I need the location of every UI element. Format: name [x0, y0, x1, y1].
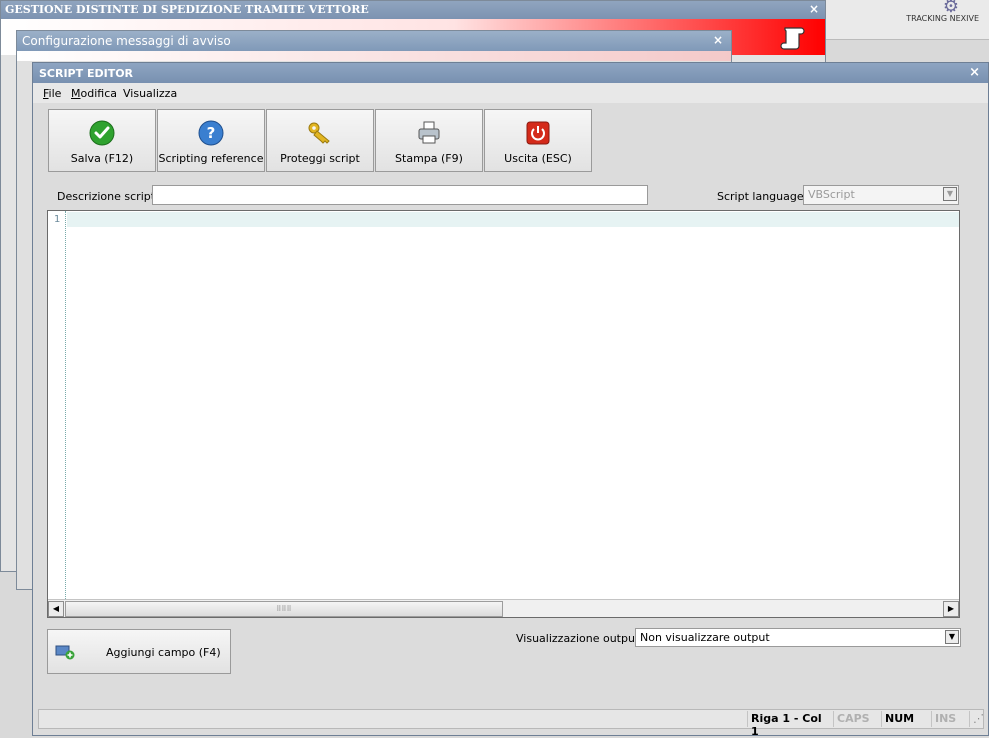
print-button-label: Stampa (F9) — [395, 152, 463, 165]
output-label: Visualizzazione output : — [516, 632, 647, 645]
protect-script-button-label: Proteggi script — [280, 152, 360, 165]
line-number-gutter: 1 — [48, 211, 66, 599]
exit-button[interactable]: Uscita (ESC) — [484, 109, 592, 172]
background-right-panel: ⚙ TRACKING NEXIVE — [826, 0, 989, 40]
background-window-config-close-icon[interactable]: × — [713, 33, 723, 47]
output-select[interactable]: Non visualizzare output ▼ — [635, 628, 961, 647]
script-editor-title: SCRIPT EDITOR — [33, 63, 988, 83]
scrollbar-thumb[interactable]: ⠿⠿⠿ — [65, 601, 503, 617]
menu-visualizza-label: Visualizza — [123, 87, 178, 100]
script-editor-close-icon[interactable]: × — [969, 65, 980, 80]
chevron-down-icon[interactable]: ▼ — [945, 630, 959, 644]
chevron-down-icon[interactable]: ▼ — [943, 187, 957, 201]
ins-indicator: INS — [931, 711, 967, 727]
power-icon — [526, 121, 550, 145]
help-icon: ? — [198, 120, 224, 146]
printer-icon — [418, 121, 440, 144]
language-select-value: VBScript — [808, 188, 855, 201]
svg-text:?: ? — [207, 124, 216, 142]
background-window-main-title: GESTIONE DISTINTE DI SPEDIZIONE TRAMITE … — [1, 1, 825, 19]
menu-visualizza[interactable]: Visualizza — [123, 87, 177, 100]
num-indicator: NUM — [881, 711, 929, 727]
script-editor-window: SCRIPT EDITOR × File Modifica Visualizza… — [32, 62, 989, 738]
add-field-icon — [55, 645, 75, 660]
menu-bar: File Modifica Visualizza — [33, 83, 988, 103]
menu-file-label: ile — [48, 87, 62, 100]
menu-modifica-mnemonic: M — [71, 87, 81, 100]
background-window-config-banner — [17, 51, 731, 61]
line-number: 1 — [54, 214, 61, 225]
cursor-position: Riga 1 - Col 1 — [747, 711, 831, 738]
code-editor[interactable]: 1 ◀ ⠿⠿⠿ ▶ — [47, 210, 960, 618]
exit-button-label: Uscita (ESC) — [504, 152, 572, 165]
background-window-config-title: Configurazione messaggi di avviso — [17, 31, 731, 51]
menu-modifica-label: odifica — [80, 87, 118, 100]
scroll-left-icon[interactable]: ◀ — [48, 601, 64, 617]
language-label: Script language : — [717, 190, 811, 203]
current-line-highlight — [67, 212, 959, 227]
resize-grip-icon[interactable]: ⋰ — [969, 711, 984, 727]
tracking-label: TRACKING NEXIVE — [906, 14, 979, 23]
add-field-button[interactable]: Aggiungi campo (F4) — [47, 629, 231, 674]
status-bar: Riga 1 - Col 1 CAPS NUM INS ⋰ — [38, 709, 984, 738]
scroll-right-icon[interactable]: ▶ — [943, 601, 959, 617]
horizontal-scrollbar[interactable]: ◀ ⠿⠿⠿ ▶ — [48, 599, 959, 617]
output-select-value: Non visualizzare output — [640, 631, 770, 644]
check-icon — [89, 120, 115, 146]
scroll-icon — [780, 27, 805, 50]
description-label: Descrizione script : — [57, 190, 163, 203]
scripting-reference-button-label: Scripting reference — [158, 152, 264, 165]
language-select[interactable]: VBScript ▼ — [803, 185, 959, 205]
scripting-reference-button[interactable]: ? Scripting reference — [157, 109, 265, 172]
menu-modifica[interactable]: Modifica — [71, 87, 117, 100]
key-icon — [308, 122, 330, 144]
add-field-button-label: Aggiungi campo (F4) — [106, 646, 221, 659]
menu-file[interactable]: File — [43, 87, 61, 100]
background-window-main-close-icon[interactable]: × — [809, 2, 819, 16]
save-button[interactable]: Salva (F12) — [48, 109, 156, 172]
description-input[interactable] — [152, 185, 648, 205]
print-button[interactable]: Stampa (F9) — [375, 109, 483, 172]
protect-script-button[interactable]: Proteggi script — [266, 109, 374, 172]
save-button-label: Salva (F12) — [70, 152, 134, 165]
caps-indicator: CAPS — [833, 711, 879, 727]
